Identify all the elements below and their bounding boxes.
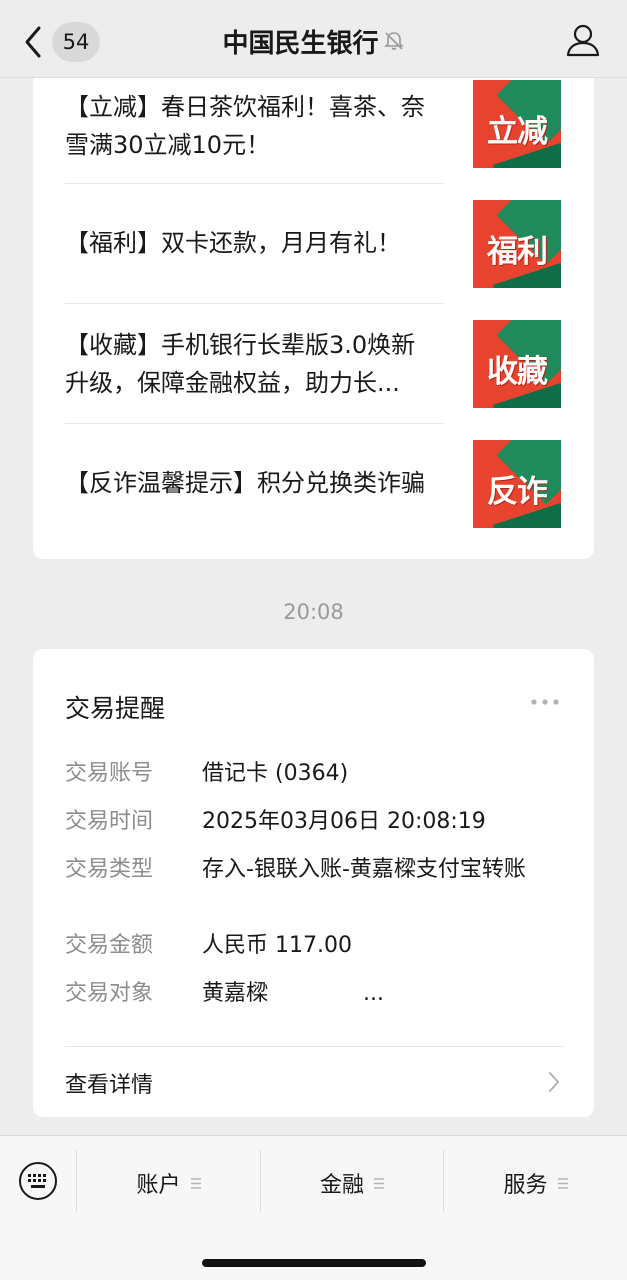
more-options-icon[interactable] [530, 697, 560, 707]
article-item[interactable]: 【立减】春日茶饮福利！喜茶、奈雪满30立减10元！ 立减 [65, 78, 561, 198]
row-label: 交易金额 [65, 933, 154, 958]
article-thumbnail: 立减 [473, 80, 561, 168]
row-value: 借记卡 (0364) [202, 761, 349, 786]
row-value-ellipsis: ... [363, 981, 384, 1006]
menu-item-label: 金融 [319, 1173, 364, 1198]
top-nav-bar: 54 中国民生银行 [0, 0, 627, 78]
row-label: 交易账号 [65, 761, 154, 786]
thumbnail-text: 福利 [487, 234, 548, 270]
submenu-lines-icon [374, 1177, 384, 1189]
view-details-link[interactable]: 查看详情 [65, 1067, 153, 1099]
thumbnail-text: 立减 [487, 114, 548, 150]
article-thumbnail: 福利 [473, 200, 561, 288]
mute-bell-icon [383, 32, 404, 50]
row-value: 存入-银联入账-黄嘉樑支付宝转账 [202, 857, 526, 882]
article-title: 【反诈温馨提示】积分兑换类诈骗 [65, 469, 425, 497]
article-title: 【福利】双卡还款，月月有礼！ [65, 229, 401, 257]
menu-item-account[interactable]: 账户 [77, 1166, 260, 1200]
chevron-right-icon [549, 1072, 559, 1092]
row-label: 交易类型 [65, 857, 154, 882]
article-item[interactable]: 【福利】双卡还款，月月有礼！ 福利 [65, 198, 561, 318]
row-value: 人民币 117.00 [202, 933, 352, 958]
submenu-lines-icon [557, 1177, 568, 1189]
profile-icon[interactable] [565, 22, 601, 58]
article-item[interactable]: 【收藏】手机银行长辈版3.0焕新升级，保障金融权益，助力长... 收藏 [65, 318, 561, 438]
article-item[interactable]: 【反诈温馨提示】积分兑换类诈骗 反诈 [65, 438, 561, 558]
menu-item-service[interactable]: 服务 [444, 1166, 627, 1200]
chat-page: PG PG PG PG 54 中国民生银行 【立减】春日茶饮福利！喜茶、奈雪满3… [0, 0, 627, 1280]
article-title: 【立减】春日茶饮福利！喜茶、奈雪满30立减10元！ [65, 93, 425, 159]
row-label: 交易对象 [65, 981, 154, 1006]
article-thumbnail: 收藏 [473, 320, 561, 408]
article-title: 【收藏】手机银行长辈版3.0焕新升级，保障金融权益，助力长... [65, 331, 416, 397]
article-thumbnail: 反诈 [473, 440, 561, 528]
divider [65, 423, 443, 424]
home-indicator[interactable] [202, 1259, 426, 1267]
thumbnail-text: 收藏 [487, 354, 548, 390]
divider [65, 1046, 564, 1047]
chat-title-area: 中国民生银行 [0, 24, 627, 59]
submenu-lines-icon [190, 1177, 201, 1189]
menu-item-finance[interactable]: 金融 [261, 1166, 443, 1200]
message-timestamp: 20:08 [283, 600, 344, 624]
bottom-menu-bar: 账户 金融 服务 [0, 1135, 627, 1280]
divider [65, 303, 443, 304]
menu-item-label: 账户 [136, 1173, 181, 1198]
article-list-card: 【立减】春日茶饮福利！喜茶、奈雪满30立减10元！ 立减 【福利】双卡还款，月月… [33, 78, 594, 559]
menu-item-label: 服务 [503, 1173, 548, 1198]
row-label: 交易时间 [65, 809, 154, 834]
row-value: 2025年03月06日 20:08:19 [202, 809, 486, 834]
keyboard-icon[interactable] [18, 1161, 58, 1201]
page-title: 中国民生银行 [222, 28, 379, 59]
divider [65, 183, 443, 184]
card-title: 交易提醒 [65, 694, 166, 723]
thumbnail-text: 反诈 [487, 474, 548, 510]
transaction-alert-card[interactable]: 交易提醒 交易账号 借记卡 (0364) 交易时间 2025年03月06日 20… [33, 649, 594, 1117]
